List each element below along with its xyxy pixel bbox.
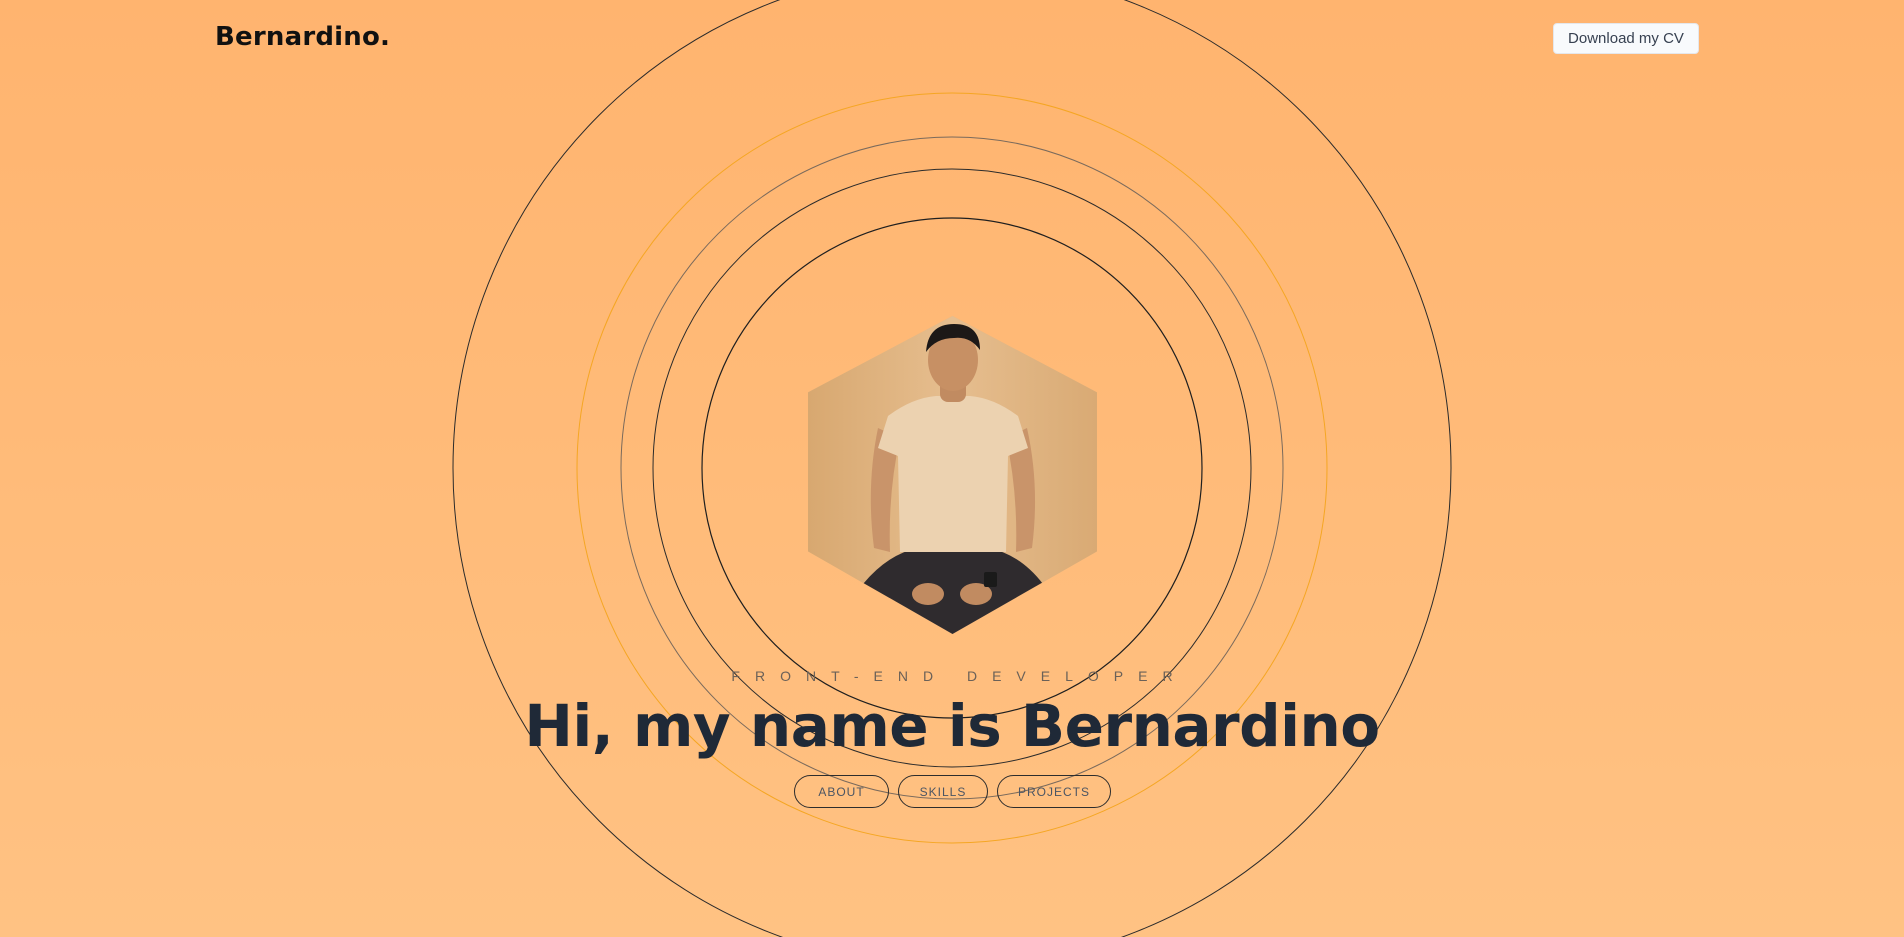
role-subtitle: FRONT-END DEVELOPER xyxy=(731,668,1188,684)
hero-headline: Hi, my name is Bernardino xyxy=(524,692,1380,760)
section-nav: ABOUT SKILLS PROJECTS xyxy=(794,775,1111,808)
nav-projects-button[interactable]: PROJECTS xyxy=(997,775,1111,808)
nav-skills-button[interactable]: SKILLS xyxy=(898,775,988,808)
nav-about-button[interactable]: ABOUT xyxy=(794,775,889,808)
